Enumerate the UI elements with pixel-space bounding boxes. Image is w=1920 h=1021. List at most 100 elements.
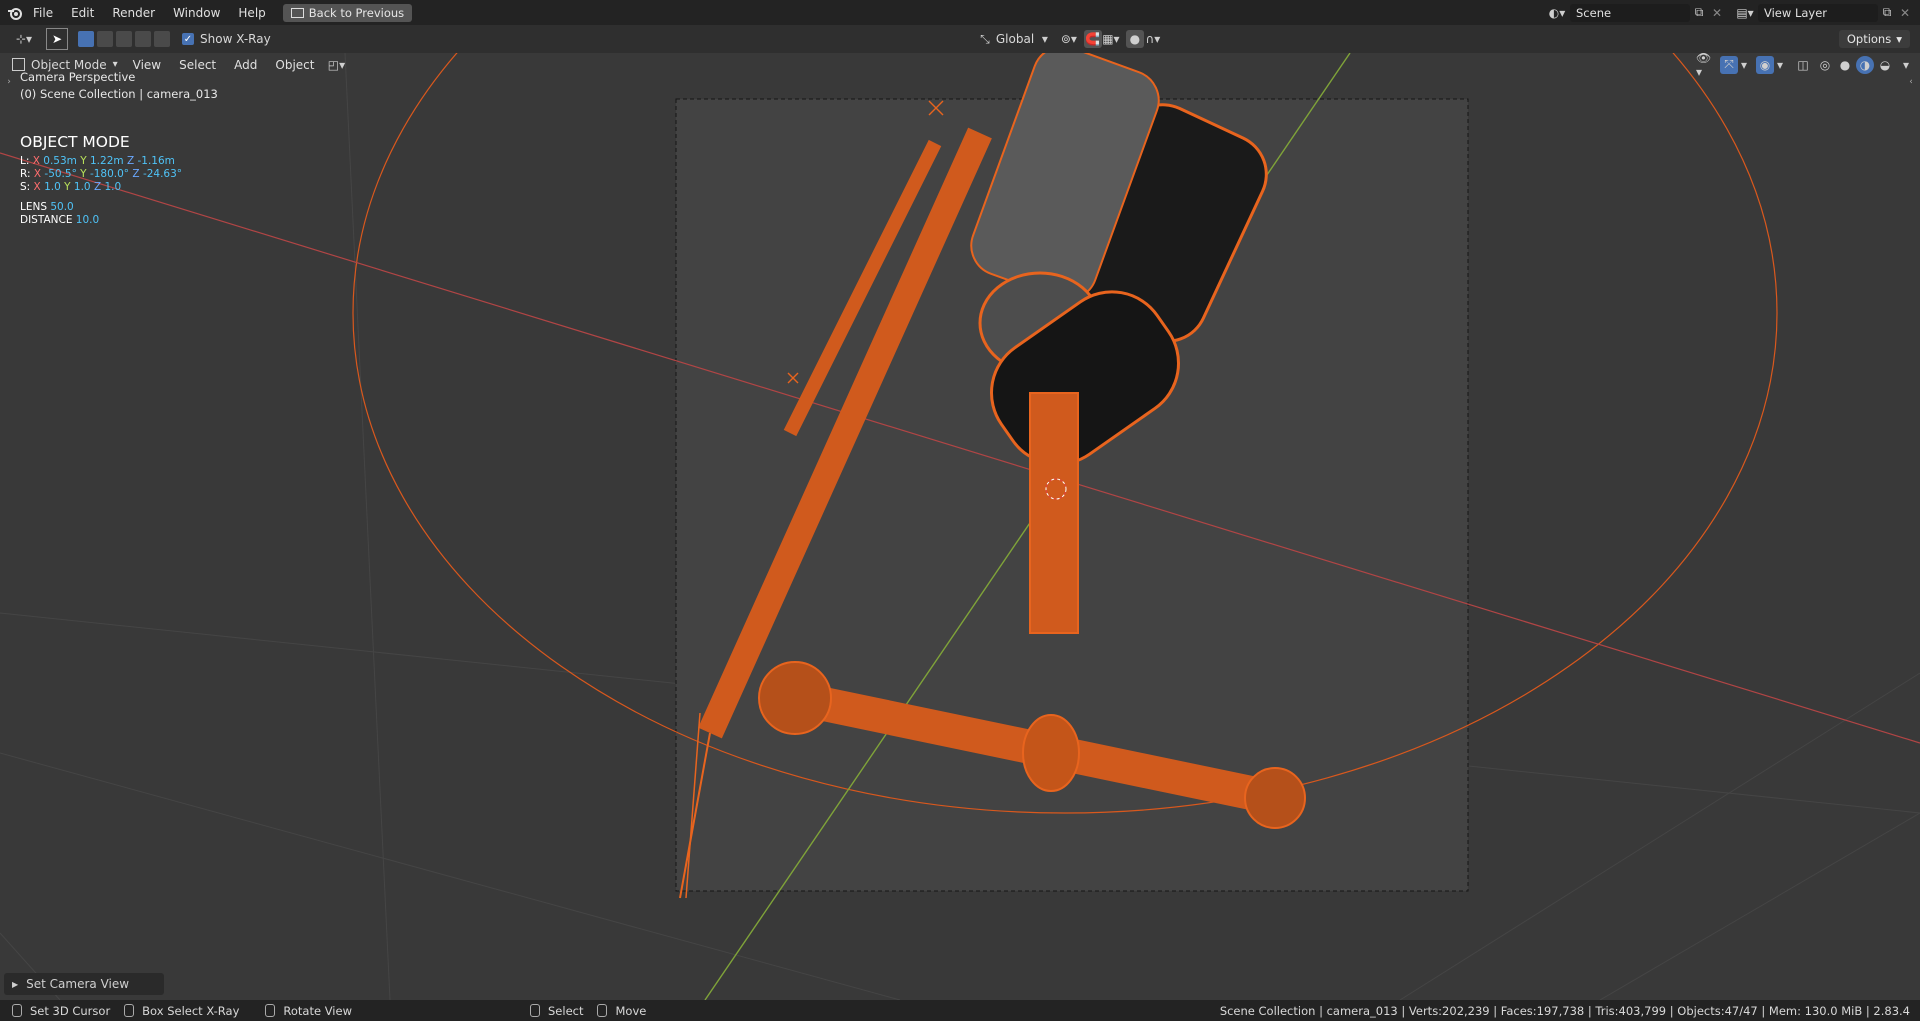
scene-field[interactable]: Scene [1570,3,1690,22]
mode-label: Object Mode [31,57,107,72]
status-select: Select [548,1003,584,1018]
chevron-down-icon[interactable]: ▾ [1774,56,1786,74]
transform-orientation-dropdown[interactable]: Global [996,32,1040,46]
object-mode-icon [12,58,25,71]
chevron-down-icon[interactable]: ▾ [1900,56,1912,74]
axis-z-tag: Z [126,155,135,167]
select-tool-icon[interactable]: ➤ [46,28,68,50]
lens-readout: LENS 50.0 [20,201,74,213]
mode-dropdown[interactable]: Object Mode ▾ [12,58,118,72]
mode-new-icon[interactable] [78,31,94,47]
new-view-layer-icon[interactable]: ⧉ [1878,4,1896,22]
chevron-down-icon[interactable]: ▾ [1738,56,1750,74]
distance-label: DISTANCE [20,214,73,226]
location-readout: L: X 0.53m Y 1.22m Z -1.16m [20,155,175,167]
wireframe-shading-icon[interactable]: ◎ [1816,56,1834,74]
scale-y: 1.0 [73,181,91,193]
view-layer-icon[interactable]: ▤▾ [1736,4,1754,22]
menu-edit[interactable]: Edit [62,6,103,20]
material-shading-icon[interactable]: ◑ [1856,55,1874,74]
menu-select[interactable]: Select [170,58,225,72]
rotation-x: -50.5° [44,168,77,180]
mode-invert-icon[interactable] [135,31,151,47]
chevron-down-icon: ▾ [1896,32,1902,46]
scene-statistics: Scene Collection | camera_013 | Verts:20… [1219,1003,1910,1018]
status-bar: Set 3D Cursor Box Select X-Ray Rotate Vi… [0,1000,1920,1021]
mode-intersect-icon[interactable] [154,31,170,47]
options-dropdown[interactable]: Options ▾ [1838,30,1910,48]
distance-readout: DISTANCE 10.0 [20,214,99,226]
location-y: 1.22m [90,155,124,167]
proportional-editing-icon[interactable]: ● [1125,30,1144,48]
view-layer-field[interactable]: View Layer [1758,3,1878,22]
delete-view-layer-icon[interactable]: ✕ [1896,4,1914,22]
view-layer-name: View Layer [1764,5,1828,20]
menu-view[interactable]: View [124,58,170,72]
axis-y-tag: Y [80,168,87,180]
menu-file[interactable]: File [24,6,62,20]
show-xray-checkbox[interactable]: ✓ [182,33,194,45]
lens-value: 50.0 [50,201,74,213]
falloff-curve-icon[interactable]: ∩▾ [1144,30,1162,48]
options-label: Options [1846,32,1892,46]
transform-orientation-icon[interactable]: ⤡ [976,30,994,48]
menu-add[interactable]: Add [225,58,266,72]
scene-selector-icon[interactable]: ◐▾ [1548,4,1566,22]
chevron-down-icon: ▾ [1041,32,1048,46]
menu-help[interactable]: Help [229,6,274,20]
pivot-point-icon[interactable]: ⊚▾ [1060,30,1078,48]
chevron-down-icon: ▾ [112,59,118,70]
location-z: -1.16m [137,155,175,167]
axis-z-tag: Z [93,181,102,193]
screen-icon [290,7,304,18]
scene-collection-info: (0) Scene Collection | camera_013 [20,87,218,101]
object-type-visibility-icon[interactable]: ◰▾ [327,56,345,74]
blender-logo-icon[interactable] [6,4,24,22]
viewport-header: Object Mode ▾ View Select Add Object ◰▾ … [0,51,1920,79]
mouse-right-icon [265,1004,276,1017]
menu-object[interactable]: Object [266,58,323,72]
location-x: 0.53m [43,155,77,167]
scene-name: Scene [1576,5,1612,20]
3d-viewport[interactable]: › ‹ Camera Perspective (0) Scene Collect… [0,53,1920,1000]
overlays-icon[interactable]: ◉ [1756,55,1774,74]
status-right-action: Rotate View [283,1003,352,1018]
status-middle-action: Box Select X-Ray [142,1003,240,1018]
axis-y-tag: Y [80,155,87,167]
rotation-label: R: [20,168,31,180]
show-xray-label: Show X-Ray [200,32,271,46]
distance-value: 10.0 [75,214,100,226]
rotation-y: -180.0° [89,168,130,180]
menu-render[interactable]: Render [103,6,164,20]
mode-subtract-icon[interactable] [116,31,132,47]
axis-x-tag: X [33,168,42,180]
lens-label: LENS [20,201,48,213]
rotation-z: -24.63° [142,168,183,180]
delete-scene-icon[interactable]: ✕ [1708,4,1726,22]
axis-x-tag: X [33,181,41,193]
mode-title: OBJECT MODE [20,133,130,151]
mouse-left-icon [12,1004,22,1017]
editor-type-icon[interactable]: ⊹▾ [10,30,38,48]
gizmo-icon[interactable]: ⤧ [1720,55,1738,74]
scale-readout: S: X 1.0 Y 1.0 Z 1.0 [20,181,121,193]
status-left-action: Set 3D Cursor [30,1003,111,1018]
menu-window[interactable]: Window [164,6,229,20]
back-to-previous-button[interactable]: Back to Previous [282,3,413,22]
rotation-readout: R: X -50.5° Y -180.0° Z -24.63° [20,168,182,180]
xray-toggle-icon[interactable]: ◫ [1794,56,1812,74]
tool-header: ⊹▾ ➤ ✓ Show X-Ray ⤡ Global ▾ ⊚▾ 🧲 ▦▾ ● ∩… [0,25,1920,53]
scale-z: 1.0 [104,181,122,193]
viewport-canvas[interactable] [0,53,1920,1000]
location-label: L: [20,155,30,167]
solid-shading-icon[interactable]: ● [1836,56,1854,74]
last-operator-panel[interactable]: ▶ Set Camera View [4,973,164,995]
axis-z-tag: Z [132,168,140,180]
snap-increment-icon[interactable]: ▦▾ [1102,30,1120,48]
visibility-eye-icon[interactable]: 👁▾ [1696,51,1714,79]
axis-x-tag: X [32,155,40,167]
snap-icon[interactable]: 🧲 [1083,30,1102,48]
mode-extend-icon[interactable] [97,31,113,47]
new-scene-icon[interactable]: ⧉ [1690,4,1708,22]
rendered-shading-icon[interactable]: ◒ [1876,56,1894,74]
